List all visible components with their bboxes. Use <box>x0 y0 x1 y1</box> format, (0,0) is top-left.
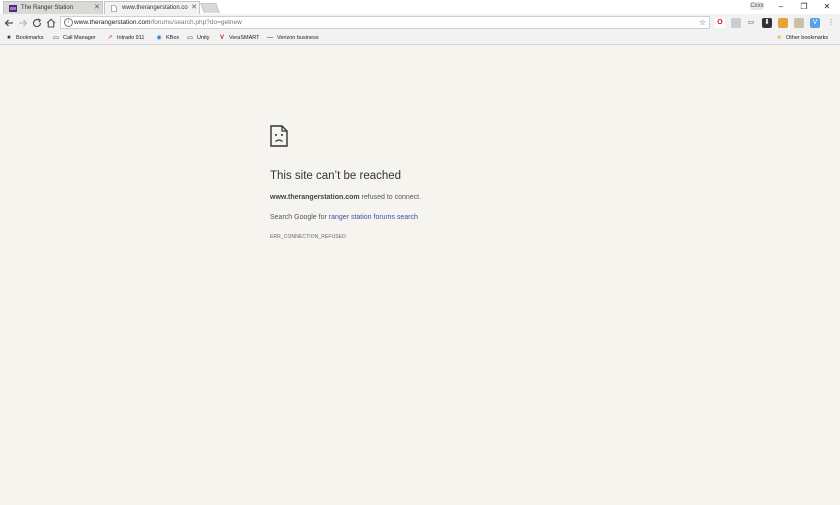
tab-close-icon[interactable]: ✕ <box>92 2 102 14</box>
opera-extension-icon[interactable]: O <box>715 18 725 28</box>
bookmark-star-icon[interactable]: ☆ <box>699 17 706 28</box>
minimize-button[interactable]: – <box>770 1 792 12</box>
tab-ranger-station[interactable]: The Ranger Station ✕ <box>3 1 103 14</box>
bookmarks-bar: ★ Bookmarks ᯅ Call Manager ↗ Intrado 911 ◉ K… <box>0 32 840 45</box>
colored-extension-icon[interactable] <box>778 18 788 28</box>
forward-arrow-icon <box>19 19 28 27</box>
cast-icon[interactable]: ▭ <box>746 18 756 28</box>
error-code: ERR_CONNECTION_REFUSED <box>270 234 346 240</box>
bookmark-call-manager[interactable]: ᯅ Call Manager <box>52 33 96 43</box>
v-extension-icon[interactable]: V <box>810 18 820 28</box>
bookmark-kbox[interactable]: ◉ KBox <box>155 33 179 43</box>
error-message: www.therangerstation.com refused to conn… <box>270 194 422 201</box>
bookmark-unity[interactable]: ᯅ Unity <box>186 33 210 43</box>
arrow-icon: ↗ <box>107 35 113 41</box>
close-window-button[interactable]: ✕ <box>816 1 838 12</box>
home-button[interactable] <box>45 17 57 29</box>
download-extension-icon[interactable]: ⬇ <box>762 18 772 28</box>
folder-icon: ■ <box>777 35 781 41</box>
new-tab-button[interactable] <box>200 3 220 13</box>
star-icon: ★ <box>6 35 12 41</box>
people-icon: ᯅ <box>52 35 60 41</box>
search-suggestion-link[interactable]: ranger station forums search <box>329 214 418 221</box>
info-icon[interactable]: i <box>64 18 73 27</box>
reload-button[interactable] <box>31 17 43 29</box>
home-icon <box>46 18 56 28</box>
back-button[interactable] <box>3 17 15 29</box>
forward-button[interactable] <box>17 17 29 29</box>
back-arrow-icon <box>4 19 13 27</box>
page-icon <box>111 4 117 12</box>
bookmark-verizon-business[interactable]: — Verizon business <box>266 33 319 43</box>
tab-close-icon[interactable]: ✕ <box>189 2 199 14</box>
vs-icon: V <box>219 35 224 41</box>
error-host: www.therangerstation.com <box>270 194 360 201</box>
sad-page-icon <box>270 125 288 147</box>
extension-icon[interactable] <box>731 18 741 28</box>
bookmark-intrado-911[interactable]: ↗ Intrado 911 <box>106 33 144 43</box>
url-path: /forums/search.php?do=getnew <box>150 19 242 26</box>
people-icon: ᯅ <box>186 35 194 41</box>
dash-icon: — <box>267 35 273 41</box>
site-favicon-icon <box>9 4 17 12</box>
bookmark-bookmarks[interactable]: ★ Bookmarks <box>5 33 43 43</box>
other-bookmarks[interactable]: ■ Other bookmarks <box>775 33 828 43</box>
url-domain: www.therangerstation.com <box>74 19 151 26</box>
tab-title: www.therangerstation.co <box>122 5 188 11</box>
error-title: This site can’t be reached <box>270 170 402 182</box>
menu-kebab-icon[interactable]: ⋮ <box>826 18 836 28</box>
error-search-suggestion: Search Google for ranger station forums … <box>270 214 418 221</box>
thumb-extension-icon[interactable] <box>794 18 804 28</box>
tab-active-page[interactable]: www.therangerstation.co ✕ <box>104 1 200 14</box>
address-bar[interactable]: i www.therangerstation.com/forums/search… <box>60 16 710 29</box>
reload-icon <box>32 18 42 28</box>
profile-button[interactable]: Cxxx <box>750 2 764 10</box>
browser-toolbar: i www.therangerstation.com/forums/search… <box>0 14 840 33</box>
restore-button[interactable]: ❐ <box>793 1 815 12</box>
bookmark-verasmart[interactable]: V VeraSMART <box>218 33 259 43</box>
tab-title: The Ranger Station <box>21 5 74 11</box>
kbox-icon: ◉ <box>156 35 162 41</box>
tab-strip: The Ranger Station ✕ www.therangerstatio… <box>0 0 840 14</box>
